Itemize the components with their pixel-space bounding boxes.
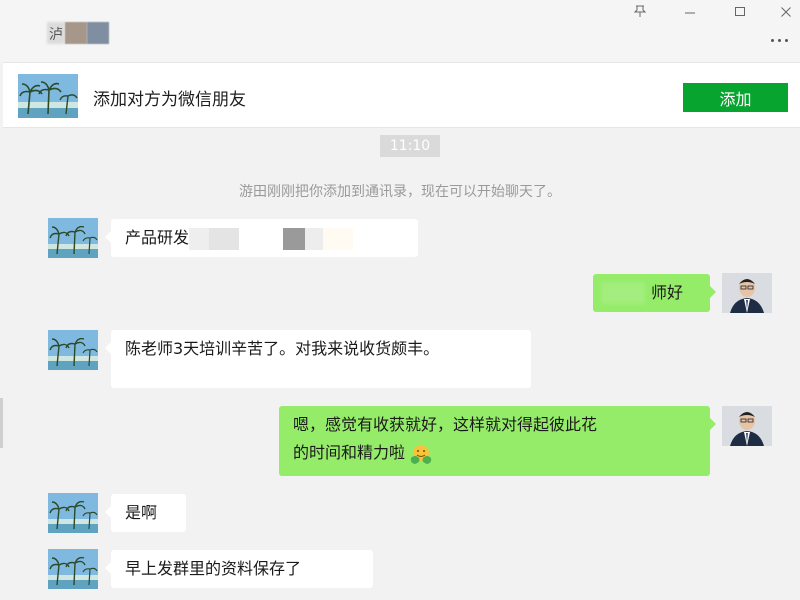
redacted-block bbox=[189, 227, 210, 250]
pin-icon[interactable] bbox=[620, 0, 660, 22]
redacted-block bbox=[305, 227, 324, 250]
chat-window: 泸 添加对方为微信朋友 添加 11:10 游田刚刚把你添加到通讯录，现在可以开始… bbox=[0, 0, 800, 600]
message-bubble-incoming[interactable]: 陈老师3天培训辛苦了。对我来说收货颇丰。 bbox=[105, 330, 531, 388]
contact-name-text: 泸 bbox=[49, 27, 63, 43]
name-blur-2 bbox=[65, 22, 87, 44]
contact-avatar[interactable] bbox=[48, 549, 98, 589]
message-bubble-incoming[interactable]: 产品研发 bbox=[105, 219, 418, 257]
message-text-line-2: 的时间和精力啦 bbox=[293, 443, 406, 462]
timestamp: 11:10 bbox=[380, 135, 440, 157]
message-bubble-incoming[interactable]: 是啊 bbox=[105, 494, 186, 532]
message-text: 陈老师3天培训辛苦了。对我来说收货颇丰。 bbox=[125, 339, 440, 358]
redacted-block bbox=[283, 227, 306, 250]
hug-emoji-icon bbox=[410, 444, 432, 464]
title-bar: 泸 bbox=[0, 0, 800, 62]
message-text: 产品研发 bbox=[125, 228, 190, 247]
redacted-block bbox=[601, 282, 645, 304]
contact-avatar[interactable] bbox=[48, 330, 98, 370]
contact-avatar[interactable] bbox=[18, 74, 78, 118]
my-avatar[interactable] bbox=[722, 273, 772, 313]
message-bubble-outgoing[interactable]: 嗯，感觉有收获就好，这样就对得起彼此花 的时间和精力啦 bbox=[279, 406, 716, 476]
add-friend-button[interactable]: 添加 bbox=[683, 83, 788, 112]
contact-name: 泸 bbox=[47, 22, 111, 44]
contact-avatar[interactable] bbox=[48, 493, 98, 533]
minimize-icon[interactable] bbox=[670, 0, 710, 22]
message-text: 早上发群里的资料保存了 bbox=[125, 559, 302, 578]
close-icon[interactable] bbox=[766, 0, 800, 22]
redacted-block bbox=[323, 227, 354, 250]
redacted-block bbox=[209, 227, 240, 250]
add-friend-prompt: 添加对方为微信朋友 bbox=[93, 90, 246, 110]
name-blur-3 bbox=[87, 22, 109, 44]
system-message: 游田刚刚把你添加到通讯录，现在可以开始聊天了。 bbox=[239, 184, 561, 200]
message-text: 是啊 bbox=[125, 503, 158, 522]
more-icon[interactable] bbox=[764, 32, 794, 48]
message-text-line-2-wrap: 的时间和精力啦 bbox=[293, 439, 696, 467]
window-edge bbox=[0, 398, 3, 448]
message-bubble-outgoing[interactable]: 师好 bbox=[593, 274, 716, 312]
maximize-icon[interactable] bbox=[720, 0, 760, 22]
message-bubble-incoming[interactable]: 早上发群里的资料保存了 bbox=[105, 550, 373, 588]
add-friend-bar: 添加对方为微信朋友 添加 bbox=[3, 62, 800, 128]
message-text-line-1: 嗯，感觉有收获就好，这样就对得起彼此花 bbox=[293, 415, 598, 434]
message-text: 师好 bbox=[651, 283, 684, 302]
contact-avatar[interactable] bbox=[48, 218, 98, 258]
my-avatar[interactable] bbox=[722, 406, 772, 446]
redacted-block bbox=[239, 227, 284, 250]
